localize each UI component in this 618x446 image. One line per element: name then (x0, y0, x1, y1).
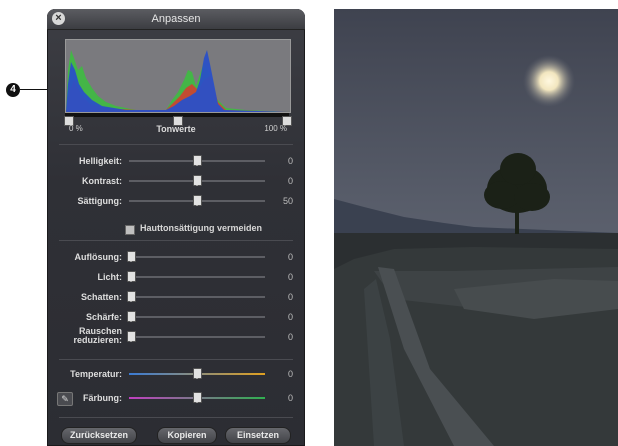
copy-button[interactable]: Kopieren (157, 427, 217, 444)
sharpness-slider[interactable] (127, 311, 265, 322)
brightness-slider-thumb[interactable] (193, 155, 202, 166)
brightness-label: Helligkeit: (78, 156, 122, 166)
saturation-slider[interactable] (129, 195, 265, 206)
shadows-slider-thumb[interactable] (127, 291, 136, 302)
highlights-value: 0 (287, 272, 293, 282)
shadows-slider[interactable] (127, 291, 265, 302)
highlights-slider[interactable] (127, 271, 265, 282)
saturation-label: Sättigung: (77, 196, 123, 206)
temperature-slider[interactable] (129, 368, 265, 379)
noise-reduction-label: Rauschen reduzieren: (73, 327, 122, 345)
separator (59, 240, 293, 241)
photo-preview (334, 9, 618, 446)
reset-button[interactable]: Zurücksetzen (61, 427, 137, 444)
temperature-slider-thumb[interactable] (193, 368, 202, 379)
noise-reduction-value: 0 (287, 332, 293, 342)
highlights-label: Licht: (97, 272, 123, 282)
saturation-slider-thumb[interactable] (193, 195, 202, 206)
contrast-value: 0 (287, 176, 293, 186)
separator (59, 359, 293, 360)
callout-number: 4 (6, 83, 20, 97)
definition-label: Auflösung: (74, 252, 123, 262)
adjust-panel: × Anpassen 0 % Tonwerte 100 % Helligkeit… (47, 9, 305, 446)
shadows-label: Schatten: (80, 292, 122, 302)
temperature-label: Temperatur: (70, 369, 122, 379)
highlights-slider-thumb[interactable] (127, 271, 136, 282)
brightness-slider[interactable] (129, 155, 265, 166)
sharpness-slider-thumb[interactable] (127, 311, 136, 322)
contrast-slider[interactable] (129, 175, 265, 186)
eyedropper-icon[interactable]: ✎ (57, 392, 73, 406)
panel-titlebar[interactable]: × Anpassen (47, 9, 305, 30)
separator (59, 417, 293, 418)
tint-slider-thumb[interactable] (193, 392, 202, 403)
tint-value: 0 (287, 393, 293, 403)
noise-reduction-slider[interactable] (127, 331, 265, 342)
sharpness-label: Schärfe: (85, 312, 122, 322)
separator (59, 144, 293, 145)
contrast-label: Kontrast: (82, 176, 122, 186)
brightness-value: 0 (287, 156, 293, 166)
histogram (65, 39, 291, 113)
tint-slider[interactable] (129, 392, 265, 403)
landscape-photo (334, 9, 618, 446)
sharpness-value: 0 (287, 312, 293, 322)
noise-reduction-label-line2: reduzieren: (73, 335, 122, 345)
definition-slider[interactable] (127, 251, 265, 262)
definition-value: 0 (287, 252, 293, 262)
tint-label: Färbung: (83, 393, 122, 403)
shadows-value: 0 (287, 292, 293, 302)
levels-max-label: 100 % (264, 124, 287, 133)
noise-reduction-slider-thumb[interactable] (127, 331, 136, 342)
definition-slider-thumb[interactable] (127, 251, 136, 262)
saturation-value: 50 (282, 196, 293, 206)
contrast-slider-thumb[interactable] (193, 175, 202, 186)
paste-button[interactable]: Einsetzen (225, 427, 291, 444)
panel-title: Anpassen (151, 13, 201, 25)
avoid-skin-tones-checkbox[interactable] (125, 225, 135, 235)
avoid-skin-tones-label: Hauttonsättigung vermeiden (140, 223, 263, 233)
temperature-value: 0 (287, 369, 293, 379)
